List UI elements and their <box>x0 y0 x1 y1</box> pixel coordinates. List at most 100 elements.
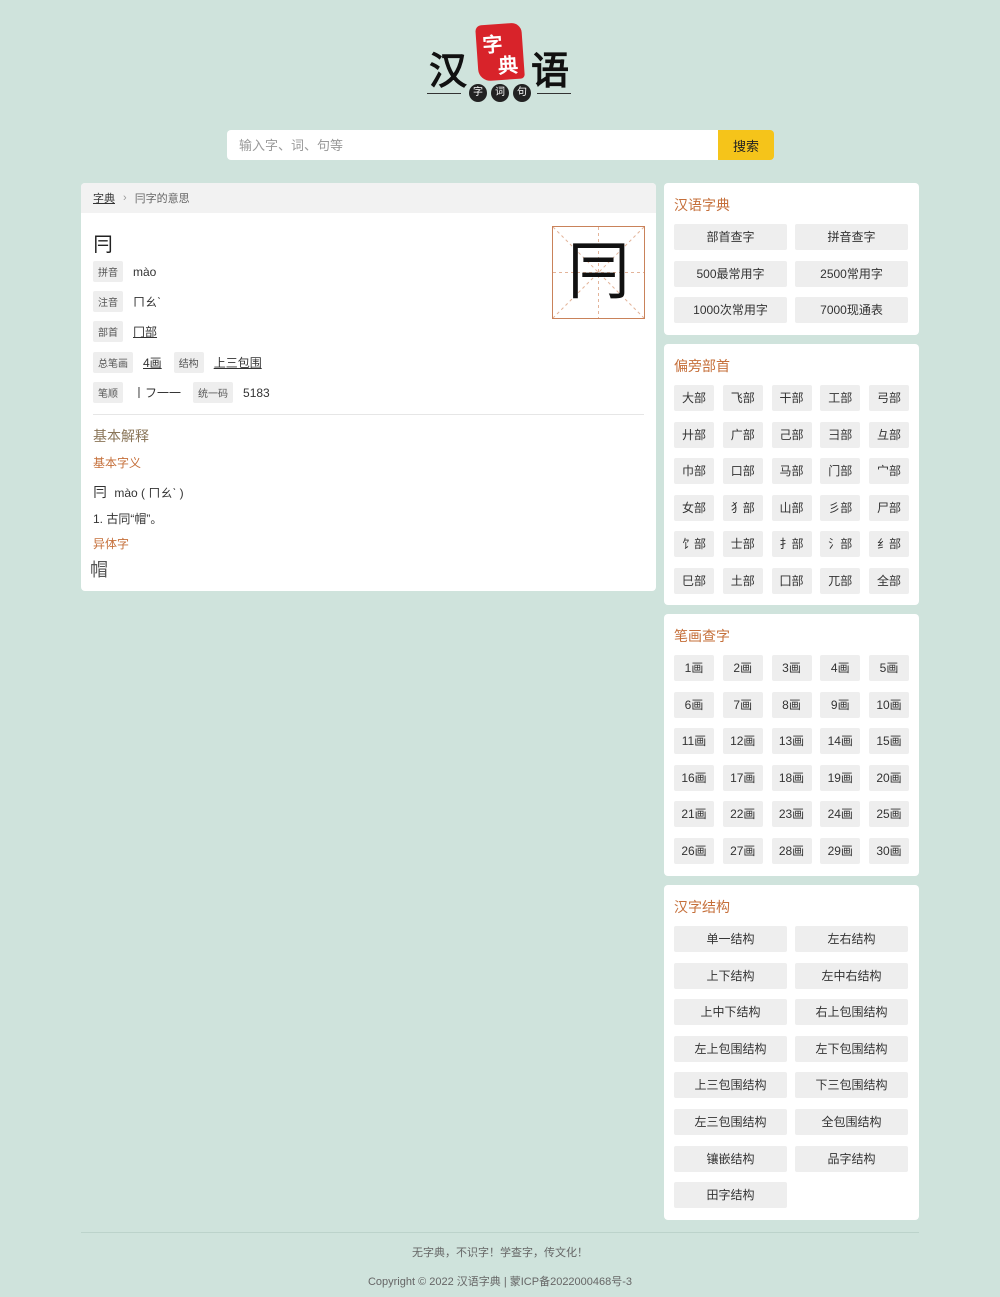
stroke-count-button[interactable]: 10画 <box>869 691 909 718</box>
radical-button[interactable]: 山部 <box>771 494 812 521</box>
radical-button[interactable]: 氵部 <box>820 531 861 558</box>
stroke-count-button[interactable]: 26画 <box>674 838 714 864</box>
radical-button[interactable]: 扌部 <box>771 531 812 558</box>
stroke-count-button[interactable]: 11画 <box>674 728 714 755</box>
stroke-count-button[interactable]: 18画 <box>771 764 812 791</box>
strokes-link[interactable]: 4画 <box>143 354 162 371</box>
radical-button[interactable]: 彡部 <box>820 494 861 521</box>
explanation-heading: 基本解释 <box>93 428 149 444</box>
structure-button[interactable]: 上中下结构 <box>674 999 787 1026</box>
variant-char: 帽 <box>90 560 108 580</box>
radical-button[interactable]: 兀部 <box>820 568 861 594</box>
panel-structures-title: 汉字结构 <box>674 899 730 915</box>
stroke-count-button[interactable]: 12画 <box>722 728 763 755</box>
stroke-count-button[interactable]: 24画 <box>820 801 861 828</box>
radical-button[interactable]: 弓部 <box>869 385 909 411</box>
radical-button[interactable]: 飞部 <box>722 385 763 411</box>
strokes-row: 总笔画 4画 结构 上三包围 <box>93 352 274 373</box>
radical-button[interactable]: 彑部 <box>869 421 909 448</box>
radical-button[interactable]: 全部 <box>869 568 909 594</box>
stroke-count-button[interactable]: 20画 <box>869 764 909 791</box>
stroke-count-button[interactable]: 23画 <box>771 801 812 828</box>
radical-button[interactable]: 女部 <box>674 494 714 521</box>
stroke-count-button[interactable]: 3画 <box>771 655 812 681</box>
stroke-count-button[interactable]: 30画 <box>869 838 909 864</box>
radical-button[interactable]: 干部 <box>771 385 812 411</box>
dictionary-link-button[interactable]: 1000次常用字 <box>674 297 787 323</box>
structure-button[interactable]: 左中右结构 <box>795 962 908 989</box>
stroke-count-button[interactable]: 9画 <box>820 691 861 718</box>
radical-button[interactable]: 尸部 <box>869 494 909 521</box>
structure-button[interactable]: 左上包围结构 <box>674 1035 787 1062</box>
stroke-count-button[interactable]: 27画 <box>722 838 763 864</box>
dictionary-link-button[interactable]: 拼音查字 <box>795 224 908 250</box>
stroke-count-button[interactable]: 6画 <box>674 691 714 718</box>
radical-button[interactable]: 饣部 <box>674 531 714 558</box>
stroke-count-button[interactable]: 8画 <box>771 691 812 718</box>
radical-button[interactable]: 土部 <box>722 568 763 594</box>
stroke-count-button[interactable]: 28画 <box>771 838 812 864</box>
structure-button[interactable]: 品字结构 <box>795 1145 908 1172</box>
structure-button[interactable]: 单一结构 <box>674 926 787 952</box>
stroke-count-button[interactable]: 7画 <box>722 691 763 718</box>
radical-button[interactable]: 廾部 <box>674 421 714 448</box>
stroke-count-button[interactable]: 2画 <box>722 655 763 681</box>
structure-button[interactable]: 左三包围结构 <box>674 1109 787 1135</box>
radical-button[interactable]: 宀部 <box>869 458 909 485</box>
radical-button[interactable]: 巾部 <box>674 458 714 485</box>
unicode-label: 统一码 <box>193 382 234 403</box>
dictionary-link-button[interactable]: 2500常用字 <box>795 260 908 287</box>
breadcrumb-current: 冃字的意思 <box>134 193 190 205</box>
stroke-count-button[interactable]: 16画 <box>674 764 714 791</box>
radical-link[interactable]: 冂部 <box>133 323 157 340</box>
stroke-count-button[interactable]: 19画 <box>820 764 861 791</box>
footer-copyright: Copyright © 2022 汉语字典 | 蒙ICP备2022000468号… <box>367 1276 633 1288</box>
panel-radicals: 偏旁部首 大部 飞部 干部 工部 弓部 廾部 广部 己部 彐部 彑部 巾部 口部 马部 门部 宀部 女部 犭部山… <box>664 344 919 605</box>
stroke-count-button[interactable]: 1画 <box>674 655 714 681</box>
radical-button[interactable]: 纟部 <box>869 531 909 558</box>
structure-button[interactable]: 右上包围结构 <box>795 999 908 1026</box>
dictionary-link-button[interactable]: 7000现通表 <box>795 297 908 323</box>
radical-button[interactable]: 己部 <box>771 421 812 448</box>
stroke-count-button[interactable]: 22画 <box>722 801 763 828</box>
dictionary-link-button[interactable]: 500最常用字 <box>674 260 787 287</box>
radical-button[interactable]: 口部 <box>722 458 763 485</box>
stroke-count-button[interactable]: 21画 <box>674 801 714 828</box>
stroke-count-button[interactable]: 5画 <box>869 655 909 681</box>
radical-button[interactable]: 士部 <box>722 531 763 558</box>
radical-button[interactable]: 大部 <box>674 385 714 411</box>
radical-button[interactable]: 犭部 <box>722 494 763 521</box>
structure-link[interactable]: 上三包围 <box>214 354 262 371</box>
stroke-count-button[interactable]: 13画 <box>771 728 812 755</box>
structure-button[interactable]: 上三包围结构 <box>674 1072 787 1099</box>
radical-button[interactable]: 巳部 <box>674 568 714 594</box>
basic-meaning-heading: 基本字义 <box>93 456 142 470</box>
radical-button[interactable]: 门部 <box>820 458 861 485</box>
dictionary-link-button[interactable]: 部首查字 <box>674 224 787 250</box>
stroke-count-button[interactable]: 14画 <box>820 728 861 755</box>
breadcrumb-home-link[interactable]: 字典 <box>93 190 115 206</box>
search-input[interactable] <box>227 130 718 160</box>
structure-button[interactable]: 上下结构 <box>674 962 787 989</box>
stroke-count-button[interactable]: 4画 <box>820 655 861 681</box>
search-button[interactable]: 搜索 <box>718 130 774 160</box>
stroke-count-button[interactable]: 25画 <box>869 801 909 828</box>
logo-seal-char-2: 典 <box>497 52 519 79</box>
radical-button[interactable]: 广部 <box>722 421 763 448</box>
radical-button[interactable]: 囗部 <box>771 568 812 594</box>
radical-button[interactable]: 工部 <box>820 385 861 411</box>
structure-button[interactable]: 左右结构 <box>795 926 908 952</box>
radical-button[interactable]: 马部 <box>771 458 812 485</box>
structure-button[interactable]: 田字结构 <box>674 1182 787 1209</box>
structure-button[interactable]: 左下包围结构 <box>795 1035 908 1062</box>
site-logo[interactable]: 汉 字 典 语 字 词 句 <box>427 22 577 106</box>
stroke-count-button[interactable]: 17画 <box>722 764 763 791</box>
structure-button[interactable]: 全包围结构 <box>795 1109 908 1135</box>
structure-button[interactable]: 镶嵌结构 <box>674 1145 787 1172</box>
panel-strokes: 笔画查字 1画 2画 3画 4画 5画 6画 7画 8画 9画 10画 11画 12画 13画 14画 15… <box>664 614 919 876</box>
radical-button[interactable]: 彐部 <box>820 421 861 448</box>
definition-line: 1. 古同“帽”。 <box>93 512 163 526</box>
stroke-count-button[interactable]: 15画 <box>869 728 909 755</box>
structure-button[interactable]: 下三包围结构 <box>795 1072 908 1099</box>
stroke-count-button[interactable]: 29画 <box>820 838 861 864</box>
